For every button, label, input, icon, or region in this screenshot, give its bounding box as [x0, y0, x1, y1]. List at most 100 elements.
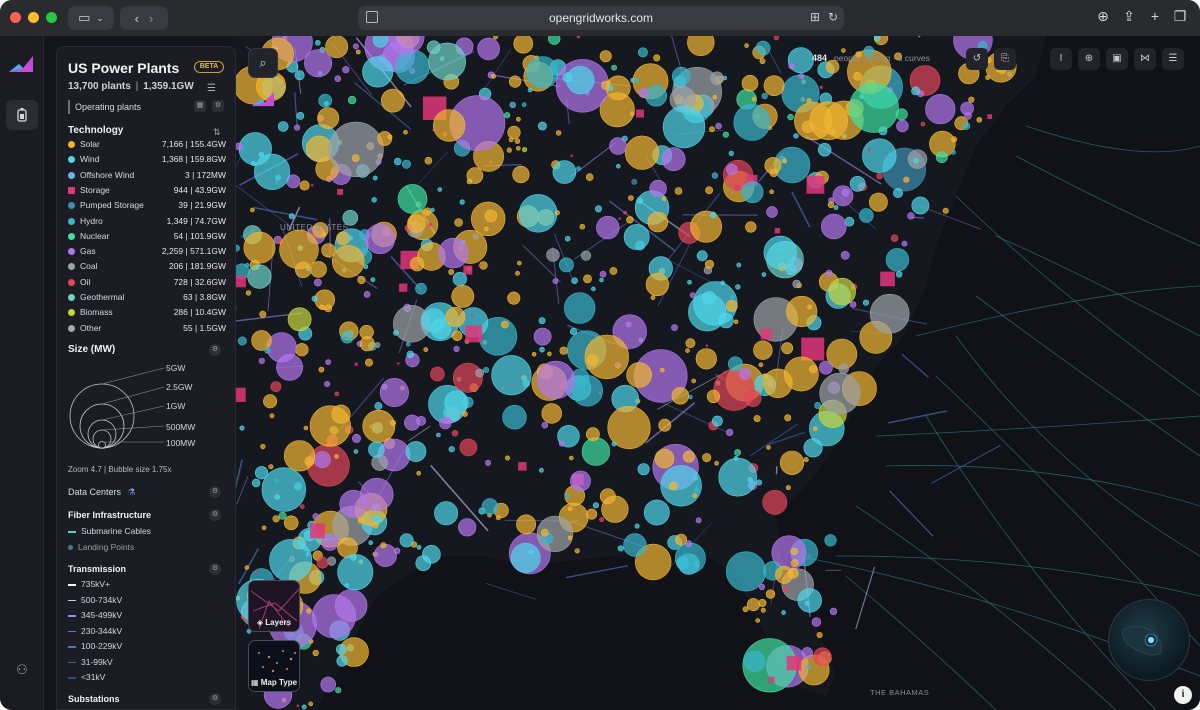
plant-marker — [709, 126, 715, 133]
plant-marker — [558, 440, 565, 447]
plant-marker — [430, 366, 445, 382]
plant-marker — [734, 449, 741, 456]
globe-icon[interactable]: ⊕ — [1078, 48, 1100, 70]
export-icon[interactable]: ⎘ — [994, 48, 1016, 70]
technology-item-pumped-storage[interactable]: Pumped Storage 39 | 21.9GW — [68, 199, 226, 214]
plant-marker — [841, 188, 850, 197]
plant-marker — [337, 554, 374, 591]
landing-points-item[interactable]: Landing Points — [68, 542, 134, 554]
technology-value: 1,368 | 159.8GW — [161, 154, 226, 165]
plant-marker — [942, 207, 949, 214]
technology-item-other[interactable]: Other 55 | 1.5GW — [68, 322, 226, 337]
submarine-cables-item[interactable]: Submarine Cables — [68, 526, 151, 538]
transmission-item[interactable]: 230-344kV — [68, 626, 122, 638]
plant-marker — [394, 157, 402, 166]
map-search-button[interactable]: ⌕ — [248, 48, 278, 78]
transmission-item[interactable]: 31-99kV — [68, 657, 113, 669]
plant-marker — [448, 446, 455, 453]
share-icon[interactable]: ⇪ — [1120, 8, 1138, 25]
reload-icon[interactable]: ↻ — [828, 10, 838, 24]
technology-item-oil[interactable]: Oil 728 | 32.6GW — [68, 276, 226, 291]
technology-item-geothermal[interactable]: Geothermal 63 | 3.8GW — [68, 291, 226, 306]
technology-item-biomass[interactable]: Biomass 286 | 10.4GW — [68, 306, 226, 321]
transmission-item[interactable]: 500-734kV — [68, 595, 122, 607]
technology-item-offshore-wind[interactable]: Offshore Wind 3 | 172MW — [68, 169, 226, 184]
back-button[interactable]: ‹ — [135, 11, 139, 26]
tab-overview-icon[interactable]: ❐ — [1171, 8, 1189, 25]
power-plants-nav-button[interactable] — [6, 100, 38, 130]
power-plants-panel: US Power Plants BETA 13,700 plants | 1,3… — [56, 46, 236, 710]
technology-item-hydro[interactable]: Hydro 1,349 | 74.7GW — [68, 215, 226, 230]
image-icon[interactable]: ▣ — [1106, 48, 1128, 70]
transmission-item[interactable]: 735kV+ — [68, 579, 110, 591]
plant-marker — [453, 345, 460, 353]
sidebar-toggle-button[interactable]: ▭ ⌄ — [68, 6, 114, 30]
technology-item-storage[interactable]: Storage 944 | 43.9GW — [68, 184, 226, 199]
plant-marker — [868, 148, 871, 152]
transmission-label: 735kV+ — [81, 579, 111, 589]
technology-item-solar[interactable]: Solar 7,166 | 155.4GW — [68, 138, 226, 153]
grid-view-icon[interactable]: ▦ — [194, 100, 206, 112]
transmission-item[interactable]: 100-229kV — [68, 641, 122, 653]
plant-marker — [395, 49, 430, 84]
plant-marker — [794, 101, 833, 141]
downloads-icon[interactable]: ⊕ — [1094, 8, 1112, 25]
plant-marker — [270, 381, 282, 392]
plant-marker — [805, 553, 811, 560]
data-centers-settings-icon[interactable]: ⚙ — [209, 486, 221, 498]
transmission-item[interactable]: 345-499kV — [68, 610, 122, 622]
technology-item-gas[interactable]: Gas 2,259 | 571.1GW — [68, 245, 226, 260]
history-icon[interactable]: ↺ — [966, 48, 988, 70]
address-bar[interactable]: opengridworks.com ⊞ ↻ — [358, 6, 844, 30]
share-network-icon[interactable]: ⋈ — [1134, 48, 1156, 70]
plant-marker — [236, 244, 240, 252]
panel-layout-icon[interactable]: ☰ — [1162, 48, 1184, 70]
plant-marker — [626, 362, 652, 388]
translate-icon[interactable]: ⊞ — [810, 10, 820, 24]
plant-marker — [362, 409, 396, 443]
minimize-window-button[interactable] — [28, 12, 39, 23]
transmission-settings-icon[interactable]: ⚙ — [209, 563, 221, 575]
close-window-button[interactable] — [10, 12, 21, 23]
user-account-icon[interactable]: ⚇ — [13, 662, 31, 680]
technology-item-nuclear[interactable]: Nuclear 54 | 101.9GW — [68, 230, 226, 245]
transmission-item[interactable]: <31kV — [68, 672, 105, 684]
transmission-label: 500-734kV — [81, 594, 123, 605]
forward-button[interactable]: › — [149, 11, 153, 26]
plant-marker — [570, 154, 573, 157]
technology-item-coal[interactable]: Coal 206 | 181.9GW — [68, 260, 226, 275]
substations-settings-icon[interactable]: ⚙ — [209, 693, 221, 705]
substations-heading: Substations — [68, 694, 120, 704]
map-type-button[interactable]: ▦ Map Type — [248, 640, 300, 692]
technology-value: 54 | 101.9GW — [173, 230, 226, 241]
text-tool-icon[interactable]: I — [1050, 48, 1072, 70]
new-tab-icon[interactable]: + — [1146, 8, 1164, 24]
map-canvas[interactable]: UNITED STATES THE BAHAMAS ⌕ 484 people v… — [236, 36, 1200, 710]
sort-icon[interactable]: ⇅ — [213, 127, 221, 138]
plant-marker — [336, 231, 350, 246]
operating-settings-icon[interactable]: ⚙ — [212, 100, 224, 112]
plant-marker — [552, 278, 559, 284]
plant-marker — [803, 438, 823, 458]
plant-marker — [695, 348, 717, 370]
layers-button[interactable]: ◈ Layers — [248, 580, 300, 632]
data-centers-label: Data Centers — [68, 487, 122, 497]
technology-name: Pumped Storage — [80, 200, 144, 211]
data-centers-toggle[interactable]: Data Centers ⚗ — [68, 487, 136, 498]
fiber-settings-icon[interactable]: ⚙ — [209, 509, 221, 521]
plant-marker — [397, 362, 400, 365]
page-menu-icon[interactable] — [366, 11, 378, 23]
technology-item-wind[interactable]: Wind 1,368 | 159.8GW — [68, 153, 226, 168]
plant-marker — [609, 267, 618, 275]
filter-sliders-icon[interactable]: ☰ — [207, 83, 216, 94]
minimap-globe[interactable] — [1108, 599, 1190, 681]
info-icon[interactable]: i — [1174, 686, 1192, 704]
plant-marker — [849, 83, 899, 133]
transmission-label: 31-99kV — [81, 656, 113, 667]
size-settings-icon[interactable]: ⚙ — [209, 344, 221, 356]
plant-marker — [876, 172, 883, 180]
operating-plants-filter[interactable]: Operating plants ▦ ⚙ — [68, 99, 226, 115]
plant-marker — [739, 367, 752, 380]
plant-marker — [762, 373, 769, 380]
zoom-window-button[interactable] — [46, 12, 57, 23]
